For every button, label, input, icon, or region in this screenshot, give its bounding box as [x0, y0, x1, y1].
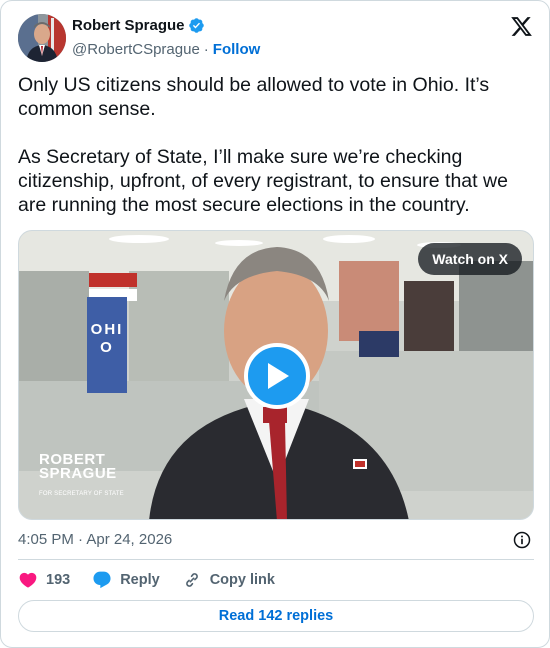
heart-icon [19, 572, 37, 588]
name-row: Robert Sprague [72, 17, 205, 34]
verified-badge-icon [188, 18, 204, 33]
timestamp[interactable]: 4:05 PM · Apr 24, 2026 [18, 531, 172, 548]
avatar[interactable] [18, 14, 66, 62]
ohio-sign-text: OHIO [90, 321, 124, 356]
like-count: 193 [46, 572, 71, 588]
divider [18, 559, 534, 560]
display-name[interactable]: Robert Sprague [72, 17, 185, 34]
tweet-text: Only US citizens should be allowed to vo… [18, 74, 508, 216]
brand-line-2: SPRAGUE [39, 465, 117, 482]
copy-link-button[interactable]: Copy link [182, 570, 275, 590]
handle-row: @RobertCSprague · Follow [72, 41, 260, 58]
video-player[interactable]: OHIO ROBERT SPRAGUE FOR SECRETARY OF STA… [18, 230, 534, 520]
like-button[interactable]: 193 [18, 570, 70, 590]
campaign-logo: ROBERT SPRAGUE FOR SECRETARY OF STATE [39, 452, 124, 497]
avatar-image [18, 14, 66, 62]
reply-button[interactable]: Reply [92, 570, 160, 590]
play-button[interactable] [244, 343, 310, 409]
handle-separator: · [203, 41, 209, 58]
follow-button[interactable]: Follow [213, 41, 261, 58]
watch-on-x-button[interactable]: Watch on X [418, 243, 522, 275]
brand-subtitle: FOR SECRETARY OF STATE [39, 491, 124, 497]
read-replies-button[interactable]: Read 142 replies [18, 600, 534, 632]
x-logo-icon[interactable] [510, 15, 533, 38]
copy-link-label: Copy link [209, 572, 275, 588]
info-icon[interactable] [512, 530, 532, 550]
action-bar: 193 Reply Copy link [18, 569, 297, 591]
play-icon [268, 363, 289, 389]
reply-label: Reply [120, 572, 160, 588]
handle[interactable]: @RobertCSprague [72, 41, 200, 58]
tweet-card: Robert Sprague @RobertCSprague · Follow … [0, 0, 550, 648]
reply-bubble-icon [93, 571, 111, 589]
link-icon [185, 573, 198, 587]
